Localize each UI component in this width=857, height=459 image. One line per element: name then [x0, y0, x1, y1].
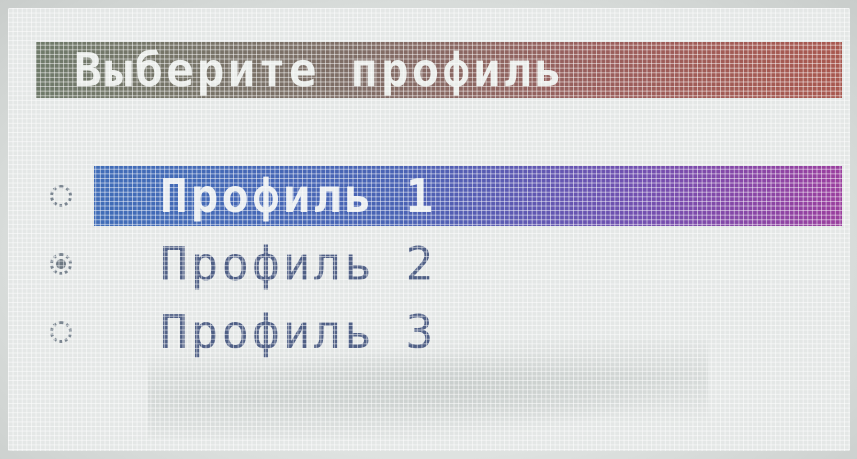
menu-item-label: Профиль 1	[160, 169, 437, 223]
profile-menu: Профиль 1 Профиль 2 Профиль 3	[36, 166, 842, 370]
title-bar: Выберите профиль	[36, 42, 842, 98]
menu-item-profile-2[interactable]: Профиль 2	[36, 234, 842, 294]
menu-item-profile-1[interactable]: Профиль 1	[36, 166, 842, 226]
radio-unchecked-icon[interactable]	[50, 185, 72, 207]
device-bezel: Выберите профиль Профиль 1 Профиль 2 Про…	[0, 0, 857, 459]
menu-item-label: Профиль 3	[160, 305, 437, 359]
page-title: Выберите профиль	[74, 43, 566, 97]
menu-item-label: Профиль 2	[160, 237, 437, 291]
radio-checked-icon[interactable]	[50, 253, 72, 275]
menu-item-profile-3[interactable]: Профиль 3	[36, 302, 842, 362]
radio-unchecked-icon[interactable]	[50, 321, 72, 343]
lcd-screen: Выберите профиль Профиль 1 Профиль 2 Про…	[8, 8, 850, 451]
